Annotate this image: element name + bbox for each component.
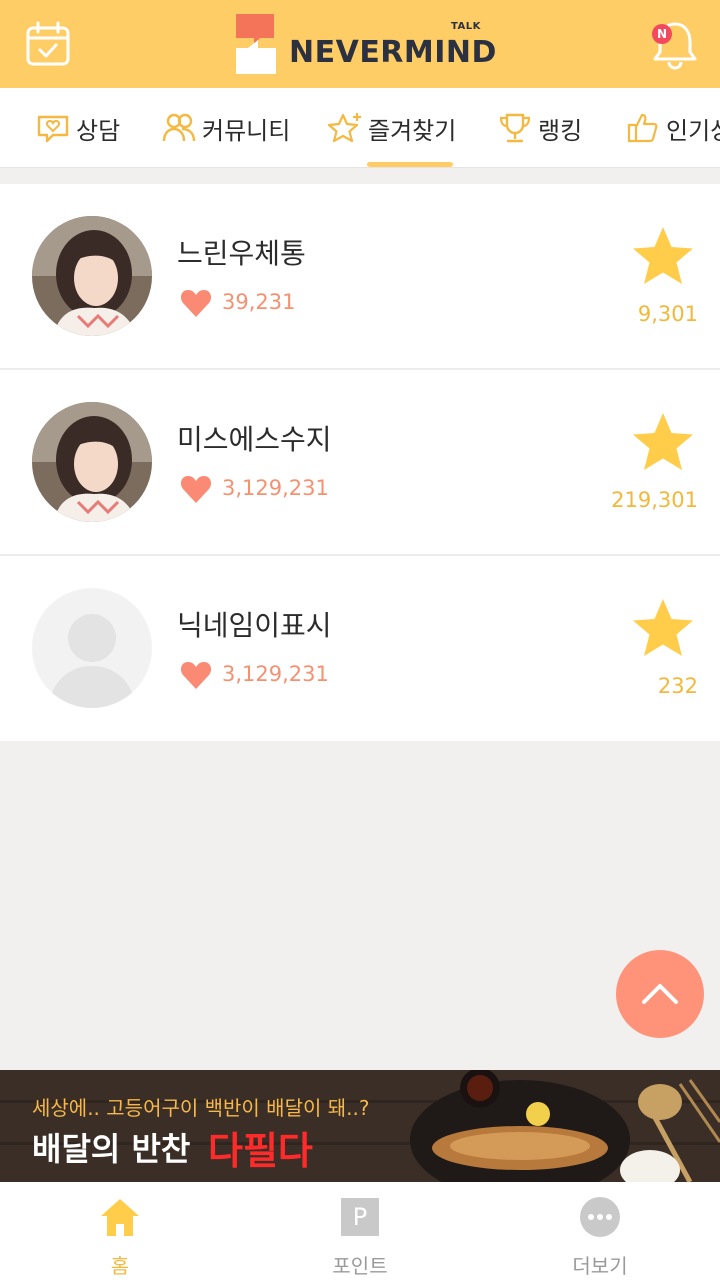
like-count: 3,129,231 (222, 662, 329, 686)
chat-heart-icon (37, 115, 69, 143)
logo-wordmark: NEVERMIND (289, 35, 497, 70)
logo-talk-text: TALK (451, 21, 481, 32)
nav-more[interactable]: 더보기 (480, 1182, 720, 1280)
notification-badge: N (652, 24, 672, 44)
heart-icon (180, 290, 212, 317)
banner-subtitle: 세상에.. 고등어구이 백반이 배달이 돼..? (32, 1096, 370, 1120)
nickname: 닉네임이표시 (177, 609, 332, 642)
list-item[interactable]: 미스에스수지 3,129,231 219,301 (0, 370, 720, 556)
tab-ranking[interactable]: 랭킹 (498, 88, 583, 167)
tab-label: 상담 (76, 116, 121, 145)
nickname: 느린우체통 (177, 237, 306, 270)
favorite-count: 232 (657, 674, 698, 698)
bottom-navigation: 홈 P 포인트 더보기 (0, 1182, 720, 1280)
app-header: TALK NEVERMIND N (0, 0, 720, 88)
tab-label: 커뮤니티 (202, 116, 291, 145)
tab-counsel[interactable]: 상담 (36, 88, 121, 167)
list-item[interactable]: 닉네임이표시 3,129,231 232 (0, 556, 720, 741)
logo-mark-icon (236, 14, 276, 74)
star-icon[interactable] (632, 598, 694, 658)
avatar[interactable] (32, 402, 152, 522)
ad-banner[interactable]: 세상에.. 고등어구이 백반이 배달이 돼..? 배달의 반찬 다필다 (0, 1070, 720, 1182)
more-icon (580, 1197, 620, 1237)
nickname: 미스에스수지 (177, 423, 332, 456)
trophy-icon (499, 113, 531, 143)
app-logo[interactable]: TALK NEVERMIND (234, 12, 497, 76)
scroll-top-button[interactable] (616, 950, 704, 1038)
favorite-count: 9,301 (637, 302, 698, 326)
nav-label: 더보기 (572, 1254, 628, 1278)
nav-label: 포인트 (332, 1254, 388, 1278)
favorites-list: 느린우체통 39,231 9,301 미스에스수지 3,129,231 219,… (0, 184, 720, 741)
list-item[interactable]: 느린우체통 39,231 9,301 (0, 184, 720, 370)
thumbs-up-icon (627, 113, 658, 143)
heart-icon (180, 476, 212, 503)
nav-home[interactable]: 홈 (0, 1182, 240, 1280)
people-icon (162, 113, 196, 142)
active-tab-indicator (367, 162, 453, 167)
avatar-placeholder[interactable] (32, 588, 152, 708)
banner-brand: 다필다 (208, 1129, 313, 1173)
calendar-icon[interactable] (24, 20, 72, 68)
star-icon[interactable] (632, 412, 694, 472)
nav-label: 홈 (110, 1254, 130, 1278)
tab-popular[interactable]: 인기상 (626, 88, 720, 167)
star-icon[interactable] (632, 226, 694, 286)
like-count: 39,231 (222, 290, 296, 314)
tab-label: 랭킹 (538, 116, 583, 145)
star-plus-icon (328, 113, 361, 143)
tab-label: 인기상 (666, 116, 720, 145)
chevron-up-icon (642, 984, 678, 1004)
banner-title: 배달의 반찬 (32, 1130, 191, 1168)
points-glyph: P (352, 1203, 368, 1231)
favorite-count: 219,301 (611, 488, 698, 512)
avatar[interactable] (32, 216, 152, 336)
tab-community[interactable]: 커뮤니티 (162, 88, 291, 167)
like-count: 3,129,231 (222, 476, 329, 500)
tab-favorites[interactable]: 즐겨찾기 (328, 88, 457, 167)
tab-label: 즐겨찾기 (368, 116, 457, 145)
home-icon (101, 1199, 139, 1236)
heart-icon (180, 662, 212, 689)
category-tabs: 상담 커뮤니티 즐겨찾기 랭킹 인기상 (0, 88, 720, 168)
nav-points[interactable]: P 포인트 (240, 1182, 480, 1280)
